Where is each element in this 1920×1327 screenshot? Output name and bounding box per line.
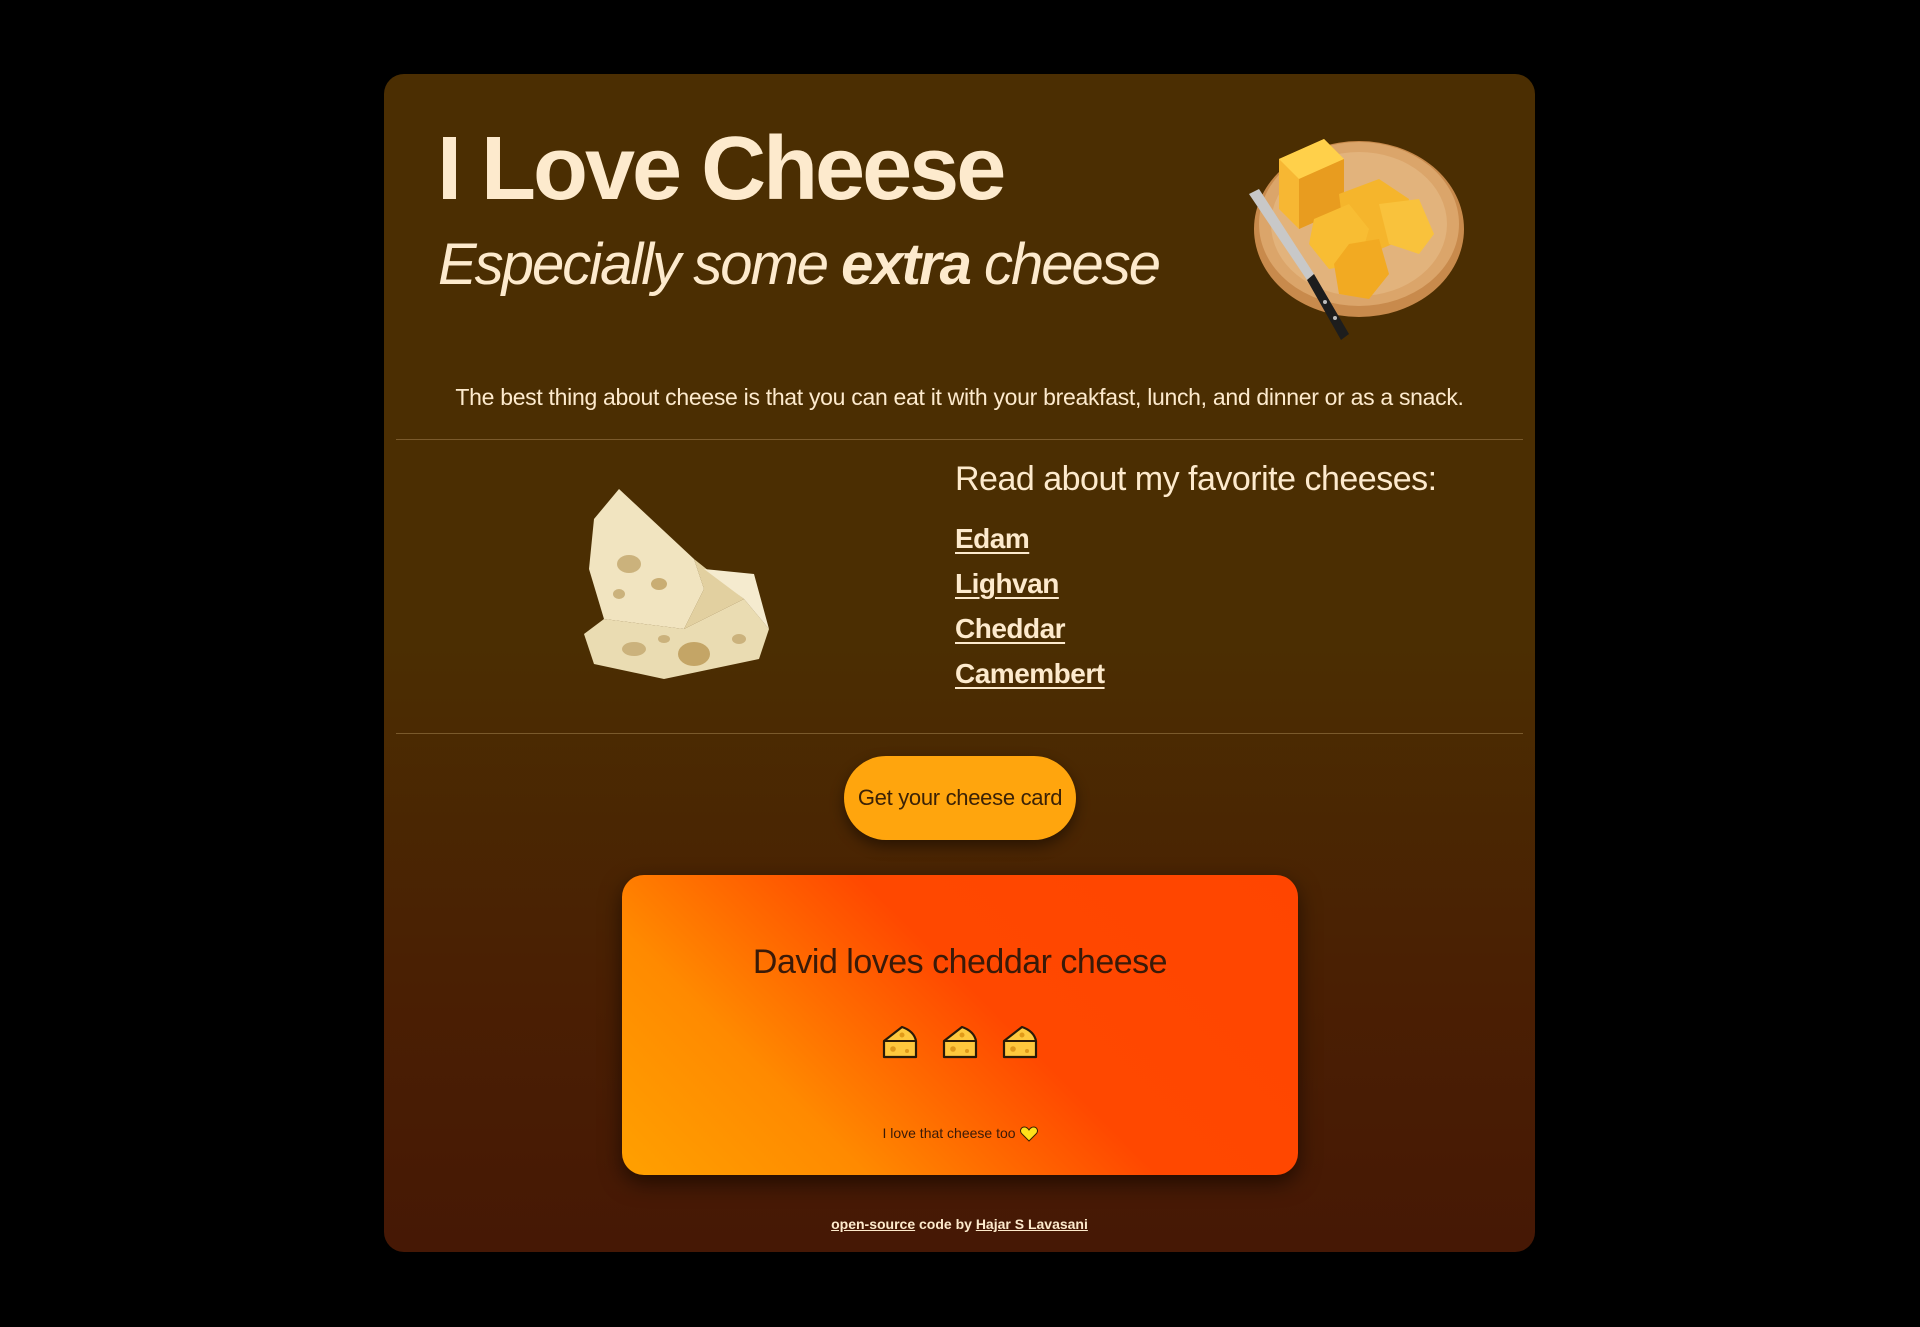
list-item: Lighvan [955,561,1105,606]
swiss-cheese-image [584,489,769,679]
cheese-card: David loves cheddar cheese I love that c… [622,875,1298,1175]
favorite-cheese-list: Edam Lighvan Cheddar Camembert [955,516,1105,696]
cheese-wedge-icon [882,1025,917,1059]
cheese-link-lighvan[interactable]: Lighvan [955,568,1059,599]
get-cheese-card-button[interactable]: Get your cheese card [844,756,1076,840]
card-title: David loves cheddar cheese [752,943,1168,981]
cheese-link-camembert[interactable]: Camembert [955,658,1105,689]
intro-text: The best thing about cheese is that you … [455,384,1464,410]
section-divider-bottom [396,733,1523,734]
list-item: Edam [955,516,1105,561]
cheese-board-image [1249,139,1464,340]
footer-text: code by [915,1216,976,1232]
open-source-link[interactable]: open-source [831,1216,915,1232]
page-subtitle: Especially some extra cheese [438,230,1161,300]
cheese-link-cheddar[interactable]: Cheddar [955,613,1066,644]
card-note: I love that cheese too [622,1125,1298,1143]
card-note-text: I love that cheese too [882,1125,1016,1141]
subtitle-text-start: Especially some [438,232,842,297]
main-panel: I Love Cheese Especially some extra chee… [384,74,1535,1252]
list-item: Cheddar [955,606,1105,651]
page-title: I Love Cheese [437,119,1006,219]
subtitle-text-end: cheese [969,232,1161,297]
card-icon-row [622,1023,1298,1067]
cheese-wedge-icon [942,1025,978,1059]
cheese-link-edam[interactable]: Edam [955,523,1030,554]
list-item: Camembert [955,651,1105,696]
section-divider-top [396,439,1523,440]
footer: open-source code by Hajar S Lavasani [384,1216,1535,1232]
favorites-heading: Read about my favorite cheeses: [955,460,1437,498]
header: I Love Cheese Especially some extra chee… [384,74,1535,374]
heart-icon [1019,1126,1038,1143]
author-link[interactable]: Hajar S Lavasani [976,1216,1088,1232]
cheese-wedge-icon [1003,1025,1038,1059]
subtitle-emphasis: extra [841,232,972,297]
